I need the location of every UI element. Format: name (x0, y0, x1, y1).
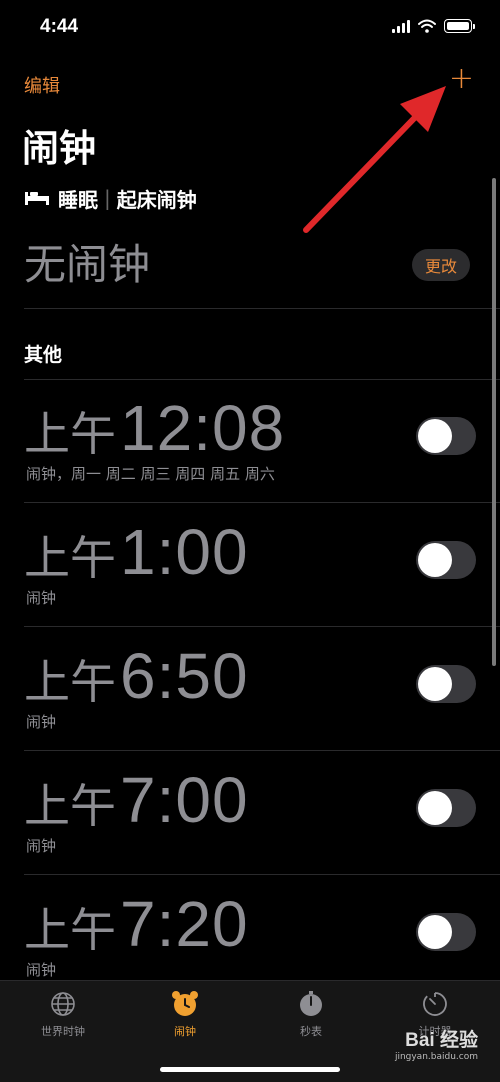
alarm-row[interactable]: 上午 7:00 闹钟 (0, 753, 500, 877)
sleep-label: 睡眠 (58, 187, 98, 212)
alarm-time: 上午 6:50 (24, 639, 249, 713)
watermark-url: jingyan.baidu.com (394, 1052, 478, 1062)
alarm-clock: 7:20 (120, 888, 249, 960)
watermark-main: Bai 经验 (405, 1030, 478, 1051)
tab-label: 秒表 (300, 1025, 322, 1038)
alarm-clock: 6:50 (120, 640, 249, 712)
alarm-ampm: 上午 (24, 903, 116, 957)
sleep-section-header: 睡眠 | 起床闹钟 (24, 183, 197, 213)
toggle-knob (418, 543, 452, 577)
divider (24, 308, 500, 309)
wifi-icon (418, 19, 436, 33)
alarm-clock: 1:00 (120, 516, 249, 588)
alarm-label: 闹钟，周一 周二 周三 周四 周五 周六 (26, 465, 275, 483)
status-bar: 4:44 (0, 0, 500, 54)
alarm-clock-icon (170, 989, 200, 1019)
timer-icon (420, 989, 450, 1019)
tab-label: 世界时钟 (41, 1025, 85, 1038)
divider (24, 379, 500, 380)
edit-button[interactable]: 编辑 (24, 72, 60, 98)
alarm-row[interactable]: 上午 1:00 闹钟 (0, 505, 500, 629)
change-button[interactable]: 更改 (412, 249, 470, 281)
alarm-time: 上午 12:08 (24, 391, 285, 465)
no-alarm-text: 无闹钟 (24, 240, 151, 289)
toggle-knob (418, 419, 452, 453)
alarm-toggle[interactable] (416, 789, 476, 827)
divider (24, 874, 500, 875)
alarm-ampm: 上午 (24, 655, 116, 709)
alarm-label: 闹钟 (26, 589, 57, 607)
battery-icon (444, 19, 475, 33)
tab-alarm[interactable]: 闹钟 (130, 989, 240, 1045)
divider (24, 750, 500, 751)
toggle-knob (418, 667, 452, 701)
alarm-row[interactable]: 上午 6:50 闹钟 (0, 629, 500, 753)
alarm-time: 上午 7:00 (24, 763, 249, 837)
page-title: 闹钟 (22, 127, 96, 170)
alarm-toggle[interactable] (416, 417, 476, 455)
home-indicator[interactable] (160, 1067, 340, 1072)
section-header-other: 其他 (24, 344, 63, 366)
cellular-signal-icon (392, 19, 410, 33)
globe-icon (48, 989, 78, 1019)
alarm-row[interactable]: 上午 12:08 闹钟，周一 周二 周三 周四 周五 周六 (0, 381, 500, 505)
tab-world-clock[interactable]: 世界时钟 (8, 989, 118, 1045)
alarm-clock: 7:00 (120, 764, 249, 836)
divider (24, 626, 500, 627)
watermark-logo: Bai 经验 jingyan.baidu.com (395, 1025, 478, 1062)
scrollbar[interactable] (492, 178, 496, 666)
alarm-toggle[interactable] (416, 541, 476, 579)
alarm-ampm: 上午 (24, 779, 116, 833)
alarm-label: 闹钟 (26, 713, 57, 731)
bed-icon (25, 192, 49, 205)
toggle-knob (418, 915, 452, 949)
stopwatch-icon (296, 989, 326, 1019)
tab-label: 闹钟 (174, 1025, 196, 1038)
status-icons (392, 18, 475, 34)
status-time: 4:44 (40, 16, 79, 37)
alarm-ampm: 上午 (24, 407, 116, 461)
divider (24, 502, 500, 503)
tab-stopwatch[interactable]: 秒表 (256, 989, 366, 1045)
alarm-toggle[interactable] (416, 913, 476, 951)
alarm-time: 上午 7:20 (24, 887, 249, 961)
alarm-label: 闹钟 (26, 961, 57, 979)
alarm-label: 闹钟 (26, 837, 57, 855)
add-alarm-button[interactable]: + (449, 64, 474, 94)
alarm-ampm: 上午 (24, 531, 116, 585)
alarm-clock: 12:08 (120, 392, 286, 464)
alarm-time: 上午 1:00 (24, 515, 249, 589)
sleep-separator: | (104, 186, 111, 210)
toggle-knob (418, 791, 452, 825)
wake-up-alarm-label: 起床闹钟 (116, 187, 197, 212)
alarm-toggle[interactable] (416, 665, 476, 703)
